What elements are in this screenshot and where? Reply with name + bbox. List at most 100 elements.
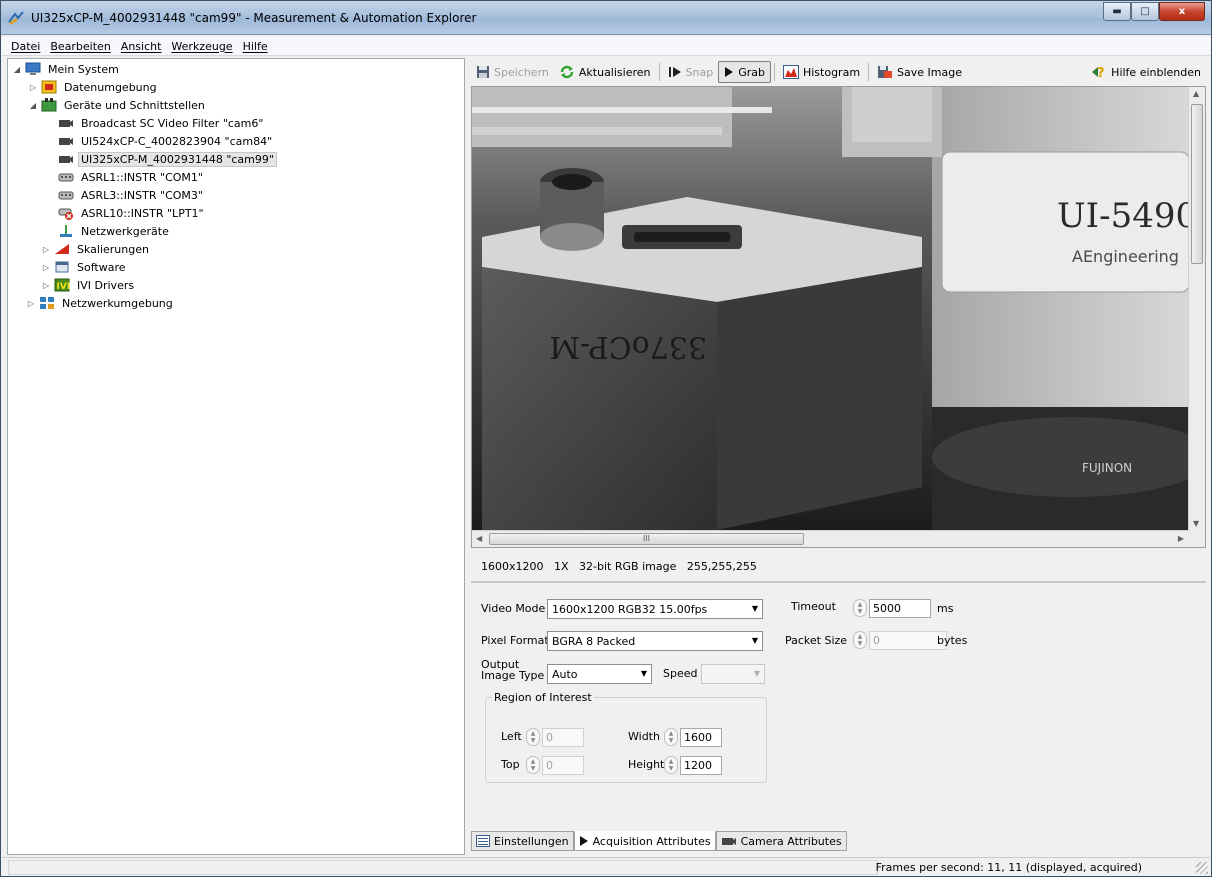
tab-einstellungen[interactable]: Einstellungen: [471, 831, 574, 851]
tree-item-label: UI524xCP-C_4002823904 "cam84": [81, 134, 273, 148]
tree-item-mein-system[interactable]: ◢ Mein System: [12, 60, 122, 78]
timeout-input[interactable]: 5000: [869, 598, 931, 618]
scroll-down-icon[interactable]: ▼: [1193, 519, 1199, 528]
collapsed-icon[interactable]: ▷: [28, 83, 38, 92]
grab-button[interactable]: Grab: [718, 61, 771, 83]
packet-size-input[interactable]: 0: [869, 630, 947, 650]
tree-item-datenumgebung[interactable]: ▷ Datenumgebung: [28, 78, 160, 96]
scroll-right-icon[interactable]: ▶: [1178, 534, 1184, 543]
tab-label: Camera Attributes: [740, 834, 842, 848]
tree-item-device[interactable]: ASRL3::INSTR "COM3": [58, 186, 206, 204]
snap-button[interactable]: Snap: [663, 61, 719, 83]
roi-top-input[interactable]: 0: [542, 755, 584, 775]
scroll-thumb-grip-icon: III: [642, 534, 651, 543]
output-image-type-select[interactable]: Auto ▼: [547, 664, 652, 684]
roi-height-input[interactable]: 1200: [680, 755, 722, 775]
serial-port-icon: [58, 191, 74, 200]
svg-text:IVI: IVI: [57, 282, 71, 292]
save-image-button[interactable]: Save Image: [872, 61, 967, 83]
tree-item-software[interactable]: ▷ Software: [41, 258, 129, 276]
pixel-format-label: Pixel Format: [481, 634, 549, 647]
tree-item-skalierungen[interactable]: ▷ Skalierungen: [41, 240, 152, 258]
close-button[interactable]: x: [1159, 2, 1205, 21]
spin-arrows-icon[interactable]: ▲ ▼: [664, 756, 678, 774]
title-bar[interactable]: UI325xCP-M_4002931448 "cam99" - Measurem…: [1, 1, 1211, 35]
tree-item-label: Geräte und Schnittstellen: [64, 98, 205, 112]
refresh-button[interactable]: Aktualisieren: [554, 61, 656, 83]
video-mode-value: 1600x1200 RGB32 15.00fps: [552, 602, 708, 616]
tree-item-device[interactable]: Broadcast SC Video Filter "cam6": [58, 114, 266, 132]
horizontal-scrollbar[interactable]: ◀ III ▶: [472, 530, 1189, 547]
minimize-button[interactable]: ▬: [1103, 2, 1131, 21]
menu-ansicht[interactable]: Ansicht: [116, 40, 167, 53]
show-help-button[interactable]: ? Hilfe einblenden: [1086, 61, 1206, 83]
tree-item-label: IVI Drivers: [77, 278, 135, 292]
output-image-type-value: Auto: [552, 667, 578, 681]
tab-camera-attributes[interactable]: Camera Attributes: [715, 831, 847, 851]
scales-icon: [55, 244, 69, 254]
roi-top-label: Top: [501, 758, 520, 771]
collapsed-icon[interactable]: ▷: [41, 263, 51, 272]
roi-top-stepper[interactable]: ▲ ▼ 0: [526, 755, 584, 775]
image-display[interactable]: UI-5490 AEngineering FUJINON 337oCP-M ▲ …: [471, 86, 1206, 548]
video-mode-select[interactable]: 1600x1200 RGB32 15.00fps ▼: [547, 599, 763, 619]
tab-label: Acquisition Attributes: [592, 834, 711, 848]
horizontal-scroll-thumb[interactable]: III: [489, 533, 804, 545]
window-controls: ▬ □ x: [1103, 2, 1205, 21]
spin-arrows-icon[interactable]: ▲ ▼: [853, 631, 867, 649]
packet-size-stepper[interactable]: ▲ ▼ 0: [853, 630, 947, 650]
histogram-button[interactable]: Histogram: [778, 61, 865, 83]
tab-acquisition-attributes[interactable]: Acquisition Attributes: [573, 831, 716, 851]
tree-item-device[interactable]: ASRL1::INSTR "COM1": [58, 168, 206, 186]
collapsed-icon[interactable]: ▷: [41, 245, 51, 254]
menu-bearbeiten[interactable]: Bearbeiten: [45, 40, 115, 53]
network-device-icon: [60, 225, 72, 237]
tree-item-netzwerkgeraete[interactable]: Netzwerkgeräte: [58, 222, 172, 240]
menu-werkzeuge[interactable]: Werkzeuge: [166, 40, 237, 53]
acquisition-settings: Video Mode 1600x1200 RGB32 15.00fps ▼ Pi…: [471, 581, 1206, 829]
tree-item-device[interactable]: UI524xCP-C_4002823904 "cam84": [58, 132, 275, 150]
vertical-scrollbar[interactable]: ▲ ▼: [1188, 87, 1205, 530]
status-cell: [8, 860, 878, 875]
roi-height-stepper[interactable]: ▲ ▼ 1200: [664, 755, 722, 775]
tree-item-device-selected[interactable]: UI325xCP-M_4002931448 "cam99": [58, 150, 277, 168]
refresh-label: Aktualisieren: [578, 65, 651, 79]
tree-item-device[interactable]: ASRL10::INSTR "LPT1": [58, 204, 207, 222]
max-app-icon: [8, 11, 24, 26]
tree-item-label: ASRL1::INSTR "COM1": [81, 170, 203, 184]
spin-arrows-icon[interactable]: ▲ ▼: [853, 599, 867, 617]
vertical-scroll-thumb[interactable]: [1191, 104, 1203, 264]
menu-hilfe[interactable]: Hilfe: [238, 40, 273, 53]
collapsed-icon[interactable]: ▷: [26, 299, 36, 308]
maximize-button[interactable]: □: [1131, 2, 1159, 21]
maximize-icon: □: [1140, 6, 1150, 17]
save-button[interactable]: Speichern: [471, 61, 554, 83]
configuration-tree[interactable]: ◢ Mein System ▷ Datenumgebung ◢ Geräte u…: [7, 58, 465, 855]
scroll-corner: [1188, 530, 1205, 547]
speed-select[interactable]: ▼: [701, 664, 765, 684]
roi-left-stepper[interactable]: ▲ ▼ 0: [526, 727, 584, 747]
menu-datei[interactable]: Datei: [6, 40, 45, 53]
tab-label: Einstellungen: [494, 834, 569, 848]
expanded-icon[interactable]: ◢: [12, 65, 22, 74]
timeout-stepper[interactable]: ▲ ▼ 5000: [853, 598, 931, 618]
play-icon: [724, 66, 734, 78]
tree-item-ivi-drivers[interactable]: ▷ IVI IVI Drivers: [41, 276, 137, 294]
spin-arrows-icon[interactable]: ▲ ▼: [664, 728, 678, 746]
tree-item-label: Netzwerkgeräte: [81, 224, 169, 238]
roi-width-input[interactable]: 1600: [680, 727, 722, 747]
scroll-up-icon[interactable]: ▲: [1193, 89, 1199, 98]
video-mode-label: Video Mode: [481, 602, 546, 615]
tree-item-geraete[interactable]: ◢ Geräte und Schnittstellen: [28, 96, 208, 114]
collapsed-icon[interactable]: ▷: [41, 281, 51, 290]
scroll-left-icon[interactable]: ◀: [476, 534, 482, 543]
resize-grip-icon[interactable]: [1196, 862, 1208, 874]
roi-width-stepper[interactable]: ▲ ▼ 1600: [664, 727, 722, 747]
tree-item-label: Datenumgebung: [64, 80, 157, 94]
tree-item-netzwerkumgebung[interactable]: ▷ Netzwerkumgebung: [26, 294, 176, 312]
spin-arrows-icon[interactable]: ▲ ▼: [526, 756, 540, 774]
pixel-format-select[interactable]: BGRA 8 Packed ▼: [547, 631, 763, 651]
spin-arrows-icon[interactable]: ▲ ▼: [526, 728, 540, 746]
expanded-icon[interactable]: ◢: [28, 101, 38, 110]
roi-left-input[interactable]: 0: [542, 727, 584, 747]
